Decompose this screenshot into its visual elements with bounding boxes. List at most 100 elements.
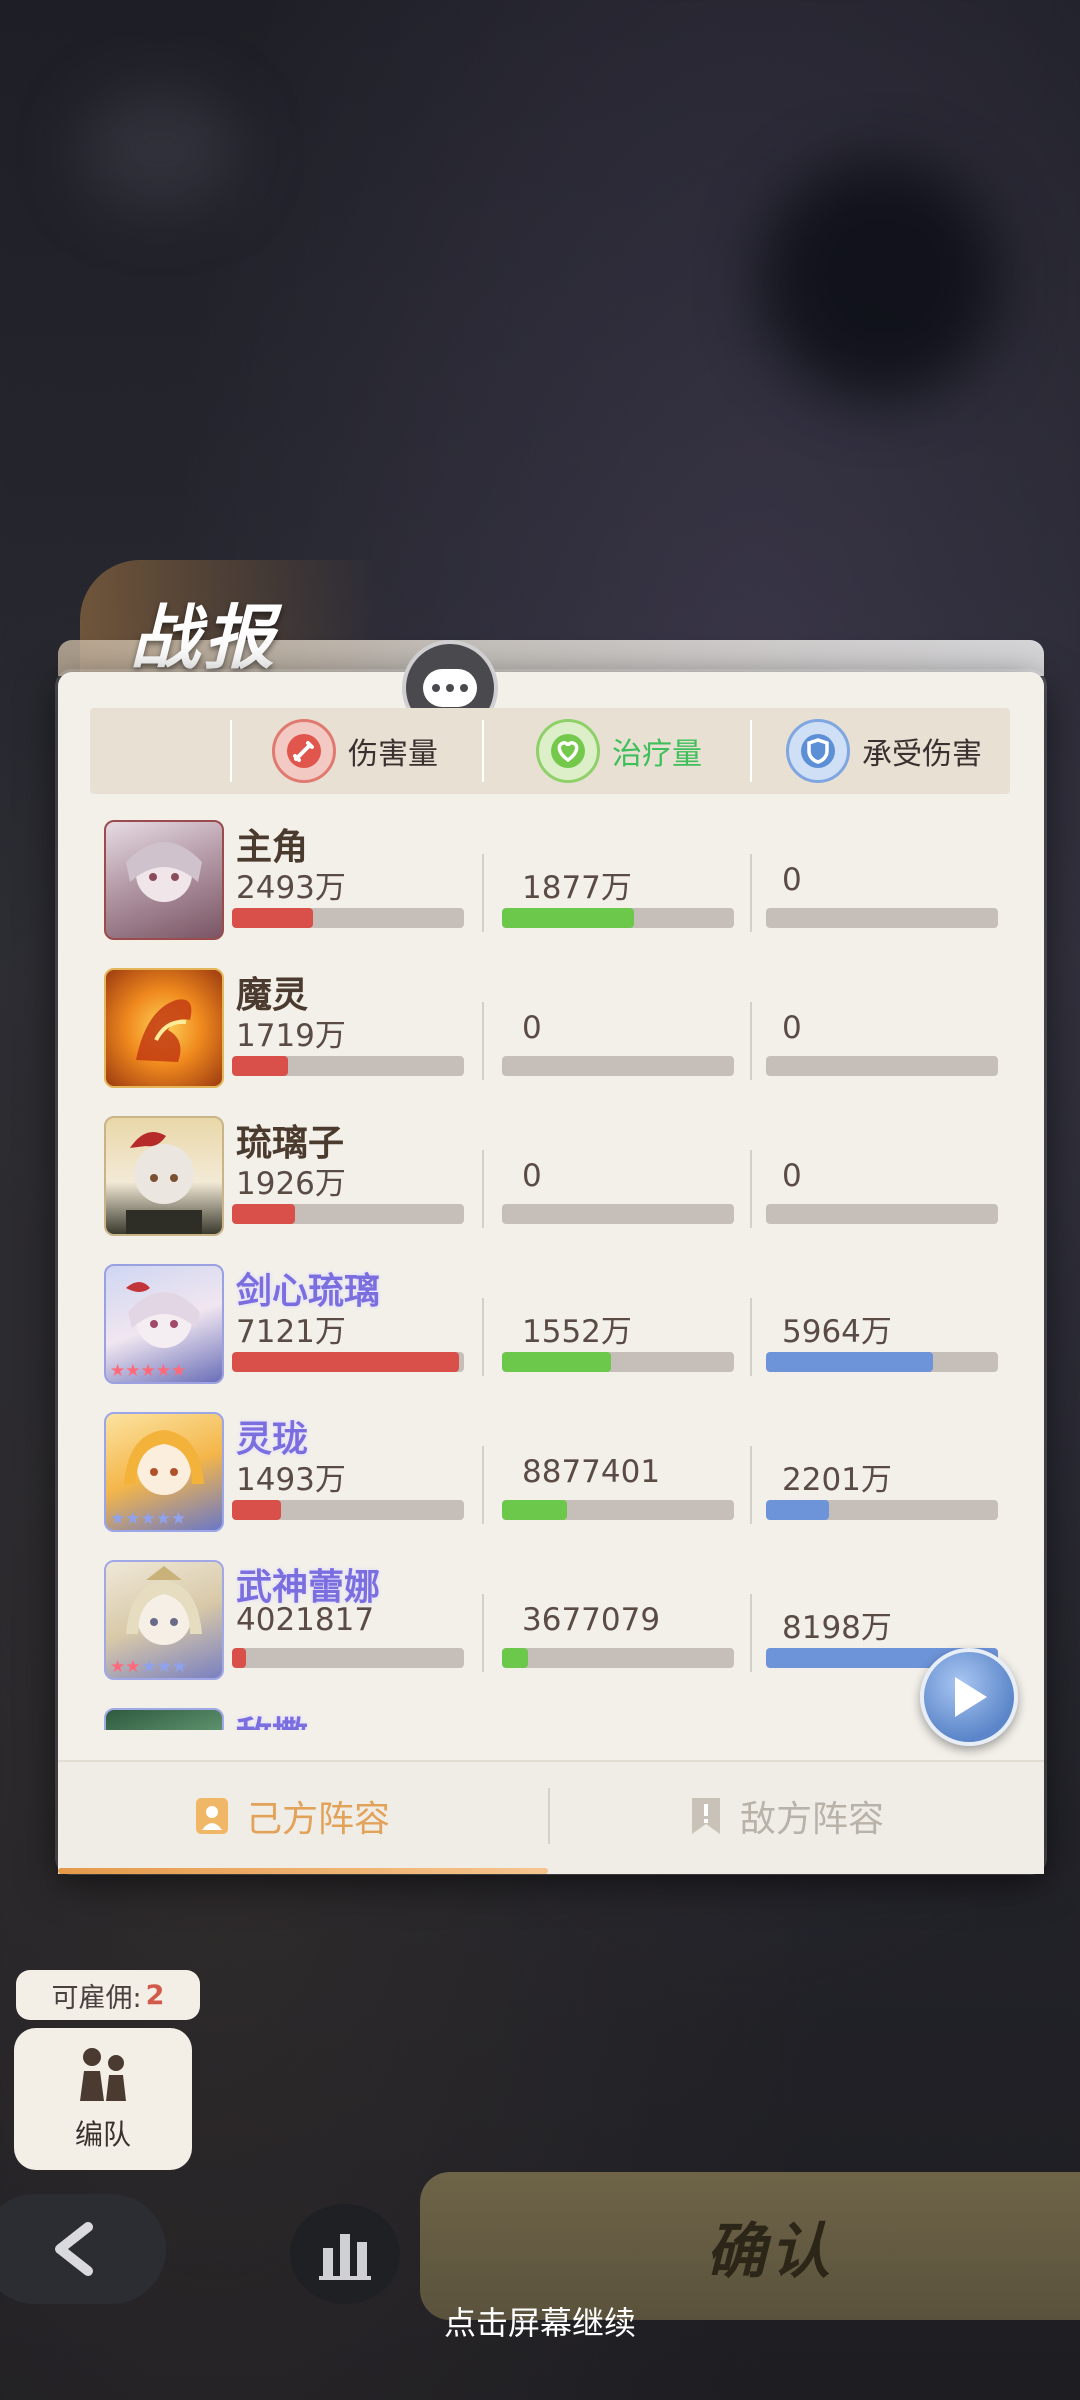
taken-bar-fill — [766, 1352, 934, 1372]
list-item[interactable]: 琉璃子 1926万 0 0 — [90, 1096, 1010, 1244]
healing-value: 0 — [522, 1158, 542, 1194]
taken-value: 8198万 — [782, 1610, 892, 1646]
damage-bar — [232, 1352, 464, 1372]
list-item[interactable]: ★★ ★★★ 武神蕾娜 4021817 3677079 8198万 — [90, 1540, 1010, 1688]
healing-bar — [502, 1352, 734, 1372]
list-item[interactable]: ★★★★★ 剑心琉璃 7121万 1552万 5964万 — [90, 1244, 1010, 1392]
avatar: ★★★★★ — [104, 1412, 224, 1532]
healing-bar-fill — [502, 1648, 528, 1668]
column-divider — [750, 1446, 752, 1524]
taken-value: 0 — [782, 862, 802, 898]
taken-value: 5964万 — [782, 1314, 892, 1350]
damage-value: 1926万 — [236, 1166, 346, 1202]
healing-bar — [502, 1500, 734, 1520]
play-button[interactable] — [920, 1648, 1018, 1746]
damage-bar — [232, 1204, 464, 1224]
stats-list[interactable]: 主角 2493万 1877万 0 魔灵 1719万 0 0 琉璃子 1926万 … — [90, 800, 1010, 1730]
damage-value: 7121万 — [236, 1314, 346, 1350]
continue-hint: 点击屏幕继续 — [443, 2304, 636, 2342]
taken-bar — [766, 1352, 998, 1372]
healing-bar — [502, 908, 734, 928]
background-blur — [80, 90, 240, 210]
header-taken-label: 承受伤害 — [862, 737, 982, 772]
damage-bar-fill — [232, 1648, 246, 1668]
taken-bar — [766, 1204, 998, 1224]
column-divider — [482, 1594, 484, 1672]
damage-value: 2493万 — [236, 870, 346, 906]
stats-header: 伤害量 治疗量 承受伤害 — [90, 708, 1010, 794]
damage-bar-fill — [232, 1056, 288, 1076]
healing-bar-fill — [502, 908, 635, 928]
column-divider — [750, 1594, 752, 1672]
damage-bar — [232, 1056, 464, 1076]
play-icon — [955, 1677, 987, 1717]
avatar: ★★★★★ — [104, 1264, 224, 1384]
hire-count: 可雇佣: 2 — [16, 1970, 200, 2020]
chess-pieces-icon — [80, 2048, 126, 2101]
damage-bar — [232, 1500, 464, 1520]
taken-value: 2201万 — [782, 1462, 892, 1498]
damage-bar-fill — [232, 1204, 295, 1224]
heart-icon — [536, 719, 600, 783]
damage-bar-fill — [232, 1352, 460, 1372]
hero-name: 敌撒 — [236, 1706, 308, 1730]
back-button[interactable] — [0, 2194, 166, 2304]
page-title: 战报 — [130, 596, 278, 679]
hire-label: 可雇佣: — [51, 1982, 142, 2014]
background-blur — [760, 160, 1000, 400]
sword-icon — [272, 719, 336, 783]
list-item[interactable]: 敌撒 — [90, 1688, 1010, 1730]
healing-value: 1552万 — [522, 1314, 632, 1350]
stats-button[interactable] — [290, 2204, 400, 2304]
avatar — [104, 820, 224, 940]
column-divider — [482, 854, 484, 932]
healing-bar — [502, 1648, 734, 1668]
tab-active-indicator — [58, 1868, 548, 1874]
star-rating: ★★★★★ — [110, 1361, 187, 1381]
avatar — [104, 1116, 224, 1236]
team-tabs: 己方阵容 敌方阵容 — [58, 1760, 1044, 1874]
damage-bar — [232, 1648, 464, 1668]
confirm-label: 确认 — [706, 2216, 834, 2287]
damage-bar-fill — [232, 1500, 281, 1520]
ally-profile-icon — [196, 1798, 228, 1834]
header-healing-label: 治疗量 — [612, 737, 702, 772]
formation-label: 编队 — [74, 2118, 131, 2151]
column-divider — [482, 1298, 484, 1376]
column-divider — [482, 1150, 484, 1228]
healing-value: 0 — [522, 1010, 542, 1046]
header-healing: 治疗量 — [536, 708, 702, 794]
shield-icon — [786, 719, 850, 783]
column-divider — [750, 854, 752, 932]
healing-value: 1877万 — [522, 870, 632, 906]
formation-button[interactable]: 编队 — [14, 2028, 192, 2170]
tab-ally[interactable]: 己方阵容 — [194, 1762, 390, 1870]
list-item[interactable]: ★★★★★ 灵珑 1493万 8877401 2201万 — [90, 1392, 1010, 1540]
healing-bar — [502, 1056, 734, 1076]
tab-enemy[interactable]: 敌方阵容 — [688, 1762, 884, 1870]
column-divider — [482, 1446, 484, 1524]
column-divider — [482, 1002, 484, 1080]
tab-enemy-label: 敌方阵容 — [740, 1799, 885, 1840]
header-damage-label: 伤害量 — [348, 737, 438, 772]
star-rating: ★★★★★ — [110, 1509, 187, 1529]
taken-bar — [766, 1500, 998, 1520]
taken-bar — [766, 908, 998, 928]
header-divider — [750, 720, 752, 782]
damage-value: 1719万 — [236, 1018, 346, 1054]
damage-bar-fill — [232, 908, 314, 928]
damage-value: 1493万 — [236, 1462, 346, 1498]
list-item[interactable]: 主角 2493万 1877万 0 — [90, 800, 1010, 948]
healing-value: 3677079 — [522, 1602, 661, 1638]
bar-chart-icon — [319, 2234, 371, 2280]
damage-value: 4021817 — [236, 1602, 375, 1638]
header-divider — [230, 720, 232, 782]
header-taken: 承受伤害 — [786, 708, 982, 794]
tab-ally-label: 己方阵容 — [246, 1799, 391, 1840]
star-rating: ★★★★★ — [110, 1657, 188, 1677]
column-divider — [750, 1002, 752, 1080]
tab-divider — [548, 1788, 550, 1844]
list-item[interactable]: 魔灵 1719万 0 0 — [90, 948, 1010, 1096]
avatar: ★★★★★ — [104, 1560, 224, 1680]
healing-bar — [502, 1204, 734, 1224]
